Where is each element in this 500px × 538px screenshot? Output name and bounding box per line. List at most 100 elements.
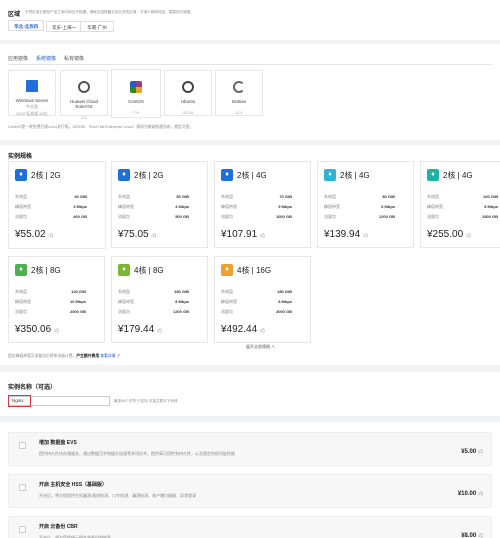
spec-card[interactable]: ♦ 4核 | 8G 系统盘 180 GiB 峰值带宽 8 Mbps 流量包 1200 GB ¥1…: [111, 256, 208, 343]
traffic-value: 400 GB: [73, 214, 87, 219]
tab-private-image[interactable]: 私有镜像: [64, 55, 84, 62]
os-name: Ubuntu: [180, 99, 196, 104]
collapse-specs-link[interactable]: 展开全部规格 ∧: [246, 344, 275, 350]
spec-price: ¥75.05 /月: [118, 229, 157, 240]
spec-badge-icon: ♦: [15, 264, 27, 276]
price-value: ¥179.44: [118, 324, 155, 335]
os-card-euleros[interactable]: Huawei Cloud EulerOS 2.0: [60, 70, 108, 120]
os-card-debian[interactable]: Debian 11.1: [215, 70, 263, 116]
spec-badge-icon: ♦: [15, 169, 27, 181]
addon-price: ¥10.00 /月: [458, 491, 483, 497]
bw-value: 4 Mbps: [175, 204, 189, 209]
disk-value: 180 GiB: [277, 289, 292, 294]
addon-price-value: ¥10.00: [457, 491, 477, 497]
spec-traffic-row: 流量包 1000 GB: [221, 214, 302, 220]
bw-value: 5 Mbps: [278, 204, 292, 209]
price-unit: /月: [48, 233, 54, 238]
region-option-shanghai1[interactable]: 华东-上海一: [46, 21, 82, 32]
price-unit: /月: [259, 328, 266, 333]
tab-app-image[interactable]: 应用镜像: [8, 55, 28, 62]
price-value: ¥492.44: [221, 324, 258, 335]
spec-badge-icon: ♦: [221, 264, 233, 276]
addon-item: 开启 主机安全 HSS（基础版） 开启后，将为您提供主机漏洞/基线检测、口令检测、…: [8, 474, 492, 508]
footnote-link[interactable]: 查看详情: [100, 354, 115, 358]
spec-price: ¥179.44 /月: [118, 324, 162, 335]
price-value: ¥139.94: [324, 229, 361, 240]
addon-checkbox[interactable]: [19, 484, 26, 491]
os-card-centos[interactable]: CentOS 7.9: [111, 69, 161, 118]
spec-card[interactable]: ♦ 2核 | 4G 系统盘 100 GiB 峰值带宽 8 Mbps 流量包 1500 GB ¥2…: [420, 161, 500, 248]
spec-disk-row: 系统盘 70 GiB: [221, 194, 302, 200]
bw-label: 峰值带宽: [15, 204, 31, 209]
spec-disk-row: 系统盘 50 GiB: [118, 194, 199, 200]
spec-title: 实例规格: [8, 154, 33, 160]
spec-disk-row: 系统盘 80 GiB: [324, 194, 405, 200]
os-name: Huawei Cloud EulerOS: [69, 99, 98, 109]
bw-value: 8 Mbps: [278, 299, 292, 304]
spec-traffic-row: 流量包 2000 GB: [15, 309, 96, 315]
spec-card[interactable]: ♦ 2核 | 4G 系统盘 80 GiB 峰值带宽 6 Mbps 流量包 1200 GB ¥13…: [317, 161, 414, 248]
name-input[interactable]: Nginx: [8, 395, 110, 407]
bw-label: 峰值带宽: [221, 204, 237, 209]
spec-bw-row: 峰值带宽 6 Mbps: [324, 204, 405, 210]
name-title: 实例名称（可选）: [8, 385, 57, 391]
price-unit: /月: [151, 233, 157, 238]
windows-icon: [26, 80, 38, 92]
spec-card[interactable]: ♦ 4核 | 16G 系统盘 180 GiB 峰值带宽 8 Mbps 流量包 2000 GB ¥…: [214, 256, 311, 343]
disk-label: 系统盘: [427, 194, 439, 199]
addon-title: 增加 数据盘 EVS: [39, 440, 77, 446]
spec-badge-icon: ♦: [221, 169, 233, 181]
traffic-value: 500 GB: [175, 214, 189, 219]
spec-traffic-row: 流量包 1200 GB: [118, 309, 199, 315]
region-option-beijing4[interactable]: 华北-北京四: [8, 20, 44, 31]
spec-card[interactable]: ♦ 2核 | 2G 系统盘 50 GiB 峰值带宽 4 Mbps 流量包 500 GB ¥75.…: [111, 161, 208, 248]
spec-card[interactable]: ♦ 2核 | 8G 系统盘 120 GiB 峰值带宽 10 Mbps 流量包 2000 GB ¥…: [8, 256, 105, 343]
footnote-text: 超出峰值带宽及流量包后将按流量计费，: [8, 354, 77, 358]
spec-disk-row: 系统盘 100 GiB: [427, 194, 500, 200]
spec-name: 4核 | 16G: [237, 266, 272, 275]
traffic-label: 流量包: [221, 214, 233, 219]
bw-label: 峰值带宽: [15, 299, 31, 304]
addon-price-unit: /月: [477, 533, 483, 538]
disk-value: 50 GiB: [176, 194, 189, 199]
bw-label: 峰值带宽: [324, 204, 340, 209]
addon-checkbox[interactable]: [19, 442, 26, 449]
addon-checkbox[interactable]: [19, 526, 26, 533]
addon-price-value: ¥5.00: [461, 449, 477, 455]
spec-disk-row: 系统盘 180 GiB: [221, 289, 302, 295]
os-card-windows[interactable]: Windows Server 中文版 2022 标准版 64位: [8, 70, 56, 116]
disk-label: 系统盘: [221, 194, 233, 199]
os-version: 11.1: [235, 110, 243, 115]
spec-card[interactable]: ♦ 2核 | 4G 系统盘 70 GiB 峰值带宽 5 Mbps 流量包 1000 GB ¥10…: [214, 161, 311, 248]
euleros-icon: [78, 81, 90, 93]
traffic-value: 1000 GB: [275, 214, 292, 219]
spec-bw-row: 峰值带宽 8 Mbps: [427, 204, 500, 210]
os-note: CentOS是一款免费开源Linux发行版，以RHEL（Red Hat Ente…: [8, 125, 194, 129]
disk-label: 系统盘: [221, 289, 233, 294]
spec-footnote: 超出峰值带宽及流量包后将按流量计费，产生额外费用 查看详情 ↗: [8, 354, 120, 359]
spec-badge-icon: ♦: [427, 169, 439, 181]
spec-price: ¥55.02 /月: [15, 229, 54, 240]
bw-value: 3 Mbps: [73, 204, 87, 209]
spec-name: 2核 | 4G: [443, 171, 473, 180]
bw-label: 峰值带宽: [118, 299, 134, 304]
price-value: ¥107.91: [221, 229, 258, 240]
disk-label: 系统盘: [324, 194, 336, 199]
addon-desc: 开启后，将为您提供主机漏洞/基线检测、口令检测、漏洞检测、账户爆力破解、异常登录: [39, 493, 197, 498]
name-section: [0, 372, 500, 416]
bw-label: 峰值带宽: [118, 204, 134, 209]
spec-card[interactable]: ♦ 2核 | 2G 系统盘 40 GiB 峰值带宽 3 Mbps 流量包 400 GB ¥55.…: [8, 161, 106, 249]
spec-traffic-row: 流量包 1200 GB: [324, 214, 405, 220]
spec-disk-row: 系统盘 180 GiB: [118, 289, 199, 295]
spec-price: ¥107.91 /月: [221, 229, 265, 240]
footnote-bold: 产生额外费用: [76, 354, 100, 358]
spec-traffic-row: 流量包 500 GB: [118, 214, 199, 220]
price-unit: /月: [465, 233, 472, 238]
os-card-ubuntu[interactable]: Ubuntu 22.04: [164, 70, 212, 116]
debian-icon: [233, 81, 245, 93]
region-option-guangzhou[interactable]: 华南-广州: [80, 21, 114, 32]
spec-name: 2核 | 4G: [340, 171, 370, 180]
traffic-label: 流量包: [15, 214, 27, 219]
addon-item: 开启 云备份 CBR 开启后，将为您提供云服务器备份和恢复 ¥8.00 /月: [8, 516, 492, 538]
external-link-icon: ↗: [115, 354, 121, 358]
